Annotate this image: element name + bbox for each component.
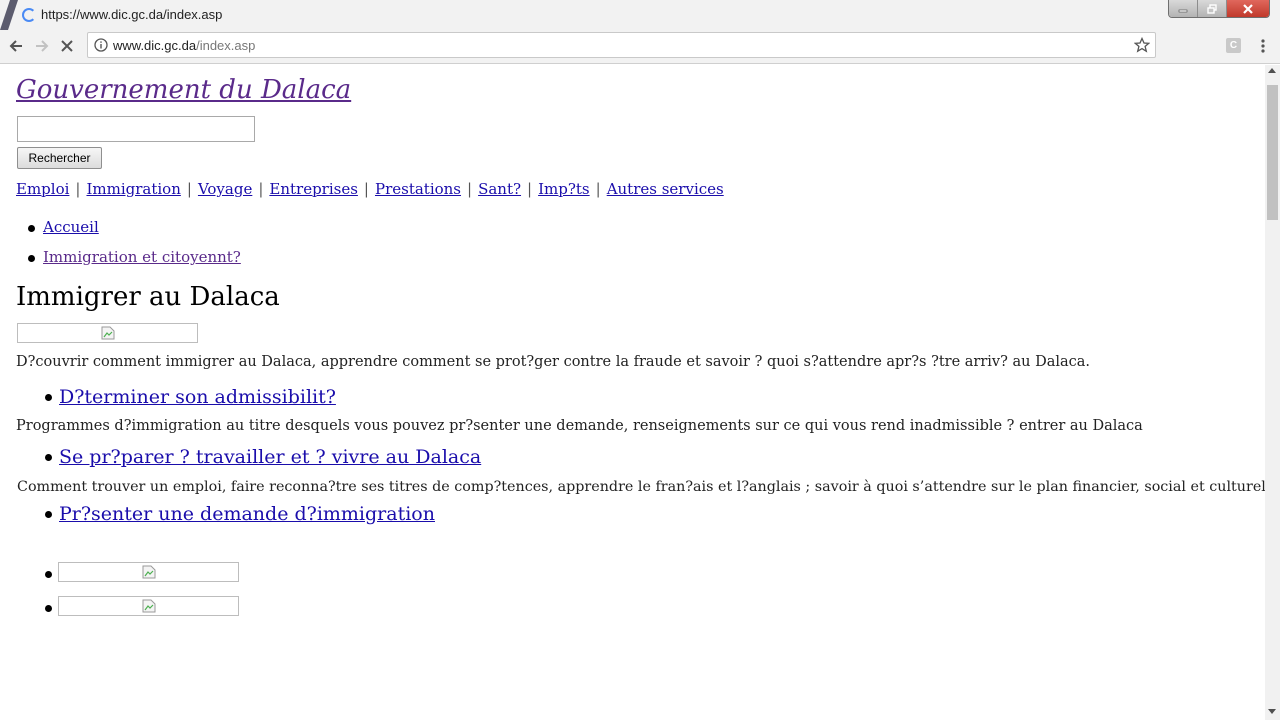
browser-titlebar: https://www.dic.gc.da/index.asp (0, 0, 1280, 30)
nav-link-impots[interactable]: Imp?ts (538, 180, 590, 198)
image-link[interactable] (58, 562, 239, 582)
nav-separator: | (467, 180, 473, 198)
nav-separator: | (363, 180, 369, 198)
broken-image-icon (142, 565, 155, 579)
topic-link-admissibilite[interactable]: D?terminer son admissibilit? (59, 386, 336, 408)
restore-icon (1207, 3, 1217, 14)
page-title: Immigrer au Dalaca (16, 282, 280, 312)
nav-separator: | (595, 180, 601, 198)
nav-link-prestations[interactable]: Prestations (375, 180, 461, 198)
back-arrow-icon (9, 40, 22, 52)
url-host: www.dic.gc.da (113, 38, 197, 53)
search-button[interactable]: Rechercher (17, 147, 102, 169)
nav-separator: | (258, 180, 264, 198)
image-link[interactable] (58, 596, 239, 616)
breadcrumb: Accueil Immigration et citoyennt? (28, 218, 241, 278)
list-bullet (45, 605, 52, 612)
nav-link-emploi[interactable]: Emploi (16, 180, 69, 198)
close-icon (1243, 3, 1253, 14)
tab-title[interactable]: https://www.dic.gc.da/index.asp (41, 7, 222, 22)
breadcrumb-link-immigration[interactable]: Immigration et citoyennt? (43, 248, 241, 266)
scroll-thumb[interactable] (1267, 85, 1278, 220)
intro-text: D?couvrir comment immigrer au Dalaca, ap… (16, 354, 1091, 370)
loading-spinner-icon (22, 8, 36, 22)
nav-link-voyage[interactable]: Voyage (198, 180, 252, 198)
info-icon[interactable] (94, 38, 108, 52)
page-viewport: Gouvernement du Dalaca Rechercher Emploi… (0, 65, 1265, 720)
nav-link-entreprises[interactable]: Entreprises (269, 180, 358, 198)
nav-separator: | (186, 180, 192, 198)
address-bar[interactable]: www.dic.gc.da/index.asp (87, 32, 1156, 58)
broken-image-icon (142, 599, 155, 613)
tab-edge (0, 0, 18, 30)
close-button[interactable] (1227, 0, 1269, 17)
minimize-icon (1178, 9, 1188, 12)
minimize-button[interactable] (1169, 0, 1198, 17)
nav-separator: | (527, 180, 533, 198)
scroll-up-arrow-icon[interactable] (1268, 68, 1276, 73)
list-bullet (45, 454, 52, 461)
scroll-down-arrow-icon[interactable] (1268, 709, 1276, 714)
topic-link-travailler-vivre[interactable]: Se pr?parer ? travailler et ? vivre au D… (59, 446, 481, 468)
extension-icon[interactable]: C (1226, 38, 1241, 53)
restore-button[interactable] (1198, 0, 1227, 17)
forward-arrow-icon (36, 40, 49, 52)
vertical-scrollbar[interactable] (1265, 65, 1280, 720)
main-nav: Emploi | Immigration | Voyage | Entreprises | Pr… (16, 180, 724, 198)
breadcrumb-link-accueil[interactable]: Accueil (43, 218, 99, 236)
topic-description: Programmes d?immigration au titre desque… (16, 418, 1143, 434)
stop-icon (61, 40, 73, 52)
window-controls (1168, 0, 1270, 18)
breadcrumb-item: Immigration et citoyennt? (28, 248, 241, 278)
nav-separator: | (75, 180, 81, 198)
broken-image-icon (101, 326, 114, 340)
forward-button[interactable] (31, 35, 53, 57)
topic-description: Comment trouver un emploi, faire reconna… (17, 479, 1265, 495)
url-path: /index.asp (196, 38, 256, 53)
nav-link-sante[interactable]: Sant? (478, 180, 521, 198)
list-bullet (45, 394, 52, 401)
stop-button[interactable] (56, 35, 78, 57)
banner-image (17, 323, 198, 343)
list-bullet (45, 511, 52, 518)
back-button[interactable] (5, 35, 27, 57)
topic-link-presenter-demande[interactable]: Pr?senter une demande d?immigration (59, 503, 435, 525)
nav-link-immigration[interactable]: Immigration (86, 180, 180, 198)
star-icon[interactable] (1134, 37, 1150, 53)
site-title-link[interactable]: Gouvernement du Dalaca (16, 75, 351, 105)
breadcrumb-item: Accueil (28, 218, 241, 248)
url-text[interactable]: www.dic.gc.da/index.asp (113, 38, 255, 53)
menu-dots-icon[interactable] (1258, 38, 1268, 54)
search-input[interactable] (17, 116, 255, 142)
browser-toolbar: www.dic.gc.da/index.asp C (0, 30, 1280, 64)
nav-link-autres-services[interactable]: Autres services (607, 180, 724, 198)
list-bullet (45, 571, 52, 578)
